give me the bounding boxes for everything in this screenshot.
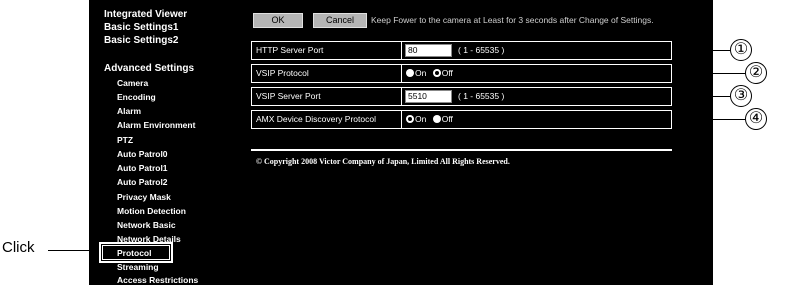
amx-discovery-on-option[interactable]: On	[406, 114, 426, 124]
http-server-port-label: HTTP Server Port	[256, 45, 324, 55]
sidebar-item-basic-settings2[interactable]: Basic Settings2	[104, 35, 178, 46]
callout-line-2	[713, 73, 745, 74]
sidebar-section-advanced-settings: Advanced Settings	[104, 63, 195, 74]
callout-line-3	[713, 96, 730, 97]
vsip-server-port-row: VSIP Server Port 5510 ( 1 - 65535 )	[251, 87, 672, 106]
amx-discovery-off-radio[interactable]	[432, 115, 441, 123]
sidebar-item-auto-patrol1[interactable]: Auto Patrol1	[117, 163, 168, 173]
vsip-protocol-on-radio[interactable]	[406, 69, 414, 77]
footer-divider	[251, 149, 672, 151]
sidebar-item-basic-settings1[interactable]: Basic Settings1	[104, 22, 178, 33]
callout-line-4	[713, 119, 745, 120]
sidebar-item-protocol[interactable]: Protocol	[117, 248, 151, 258]
callout-marker-4: ④	[745, 108, 767, 130]
vsip-protocol-row: VSIP Protocol On Off	[251, 64, 672, 83]
copyright-text: © Copyright 2008 Victor Company of Japan…	[256, 157, 510, 166]
amx-discovery-row: AMX Device Discovery Protocol On Off	[251, 110, 672, 129]
sidebar-item-privacy-mask[interactable]: Privacy Mask	[117, 192, 171, 202]
sidebar-item-network-basic[interactable]: Network Basic	[117, 220, 176, 230]
sidebar-item-camera[interactable]: Camera	[117, 78, 148, 88]
amx-discovery-on-radio[interactable]	[406, 115, 414, 123]
ok-button[interactable]: OK	[253, 13, 303, 28]
cancel-button[interactable]: Cancel	[313, 13, 367, 28]
sidebar-item-alarm[interactable]: Alarm	[117, 106, 141, 116]
row-divider	[401, 88, 402, 105]
vsip-protocol-off-label: Off	[441, 68, 453, 78]
sidebar-item-encoding[interactable]: Encoding	[117, 92, 156, 102]
vsip-protocol-label: VSIP Protocol	[256, 68, 309, 78]
vsip-server-port-range: ( 1 - 65535 )	[458, 91, 505, 101]
amx-discovery-label: AMX Device Discovery Protocol	[256, 114, 376, 124]
sidebar-item-auto-patrol0[interactable]: Auto Patrol0	[117, 149, 168, 159]
http-server-port-input[interactable]: 80	[405, 44, 452, 57]
amx-discovery-off-option[interactable]: Off	[432, 114, 453, 124]
settings-notice: Keep Fower to the camera at Least for 3 …	[371, 15, 654, 25]
callout-marker-2: ②	[745, 62, 767, 84]
vsip-protocol-on-option[interactable]: On	[406, 68, 426, 78]
row-divider	[401, 111, 402, 128]
row-divider	[401, 42, 402, 59]
vsip-protocol-on-label: On	[415, 68, 427, 78]
click-annotation-label: Click	[2, 239, 35, 256]
sidebar-item-ptz[interactable]: PTZ	[117, 135, 133, 145]
camera-settings-window: Integrated Viewer Basic Settings1 Basic …	[89, 0, 713, 285]
sidebar-item-alarm-environment[interactable]: Alarm Environment	[117, 120, 195, 130]
protocol-settings-panel: OK Cancel Keep Fower to the camera at Le…	[228, 0, 713, 285]
sidebar-item-motion-detection[interactable]: Motion Detection	[117, 206, 186, 216]
vsip-protocol-off-option[interactable]: Off	[432, 68, 453, 78]
amx-discovery-on-label: On	[415, 114, 427, 124]
callout-line-1	[713, 50, 730, 51]
row-divider	[401, 65, 402, 82]
sidebar-item-streaming[interactable]: Streaming	[117, 262, 159, 272]
vsip-protocol-radio-group: On Off	[406, 68, 457, 78]
http-server-port-row: HTTP Server Port 80 ( 1 - 65535 )	[251, 41, 672, 60]
callout-marker-3: ③	[730, 85, 752, 107]
amx-discovery-off-label: Off	[441, 114, 453, 124]
vsip-protocol-off-radio[interactable]	[432, 69, 441, 77]
amx-discovery-radio-group: On Off	[406, 114, 457, 124]
vsip-server-port-input[interactable]: 5510	[405, 90, 452, 103]
http-server-port-range: ( 1 - 65535 )	[458, 45, 505, 55]
sidebar-item-access-restrictions[interactable]: Access Restrictions	[117, 275, 198, 285]
sidebar: Integrated Viewer Basic Settings1 Basic …	[89, 0, 228, 285]
sidebar-item-integrated-viewer[interactable]: Integrated Viewer	[104, 9, 187, 20]
vsip-server-port-label: VSIP Server Port	[256, 91, 321, 101]
callout-marker-1: ①	[730, 39, 752, 61]
sidebar-item-auto-patrol2[interactable]: Auto Patrol2	[117, 177, 168, 187]
